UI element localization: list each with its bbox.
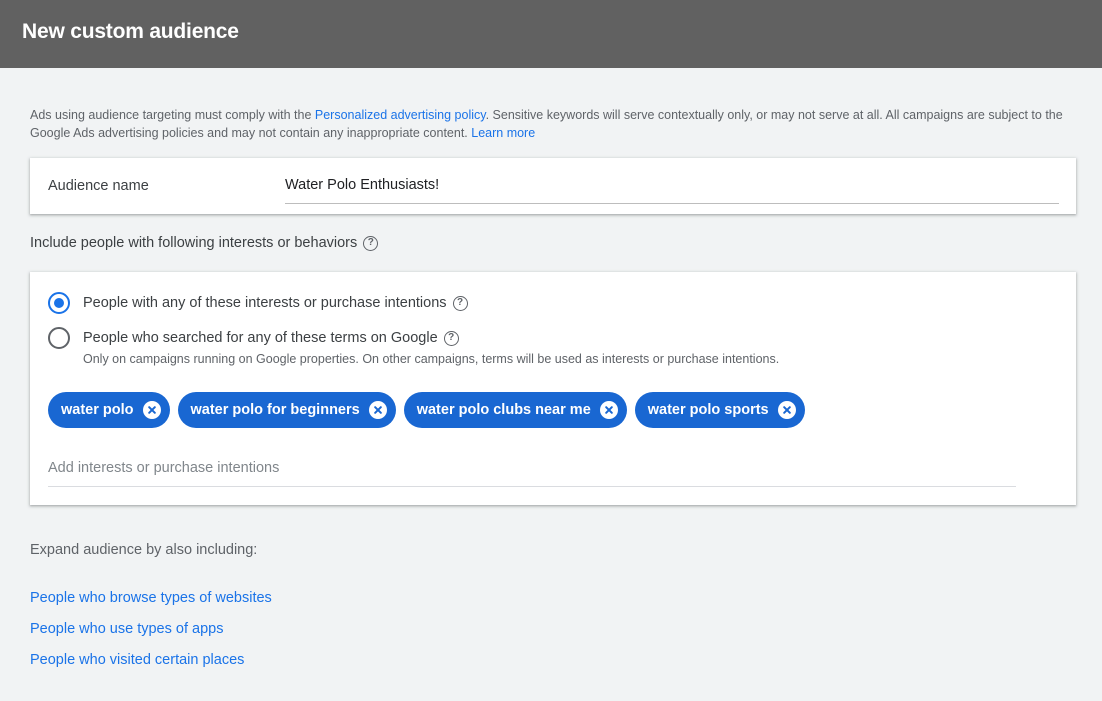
learn-more-link[interactable]: Learn more	[471, 126, 535, 140]
radio-interests-text: People with any of these interests or pu…	[83, 295, 447, 311]
use-apps-link[interactable]: People who use types of apps	[30, 621, 223, 637]
audience-name-input[interactable]: Water Polo Enthusiasts!	[285, 172, 1059, 204]
dialog-header: New custom audience	[0, 0, 1102, 68]
radio-interests-option[interactable]: People with any of these interests or pu…	[48, 292, 468, 314]
include-title-text: Include people with following interests …	[30, 235, 358, 251]
chip-label: water polo sports	[647, 402, 769, 418]
include-section-title: Include people with following interests …	[30, 235, 379, 251]
radio-search-terms-option[interactable]: People who searched for any of these ter…	[48, 327, 459, 349]
radio-button-unchecked[interactable]	[48, 327, 70, 349]
search-terms-note: Only on campaigns running on Google prop…	[83, 352, 780, 366]
close-circle-icon[interactable]	[777, 401, 796, 419]
audience-name-card: Audience name Water Polo Enthusiasts!	[30, 158, 1076, 214]
radio-button-checked[interactable]	[48, 292, 70, 314]
personalized-ads-policy-link[interactable]: Personalized advertising policy	[315, 108, 486, 122]
radio-search-terms-label: People who searched for any of these ter…	[83, 330, 459, 346]
audience-name-label: Audience name	[48, 178, 149, 194]
interest-chip[interactable]: water polo for beginners	[177, 392, 396, 428]
browse-websites-link[interactable]: People who browse types of websites	[30, 590, 272, 606]
close-circle-icon[interactable]	[368, 401, 387, 419]
chip-label: water polo clubs near me	[416, 402, 591, 418]
chip-label: water polo	[61, 402, 134, 418]
notice-text-1: Ads using audience targeting must comply…	[30, 108, 315, 122]
help-icon[interactable]: ?	[443, 330, 459, 346]
interest-chip[interactable]: water polo	[48, 392, 170, 428]
radio-search-terms-text: People who searched for any of these ter…	[83, 330, 438, 346]
help-icon[interactable]: ?	[363, 235, 379, 251]
interests-card: People with any of these interests or pu…	[30, 272, 1076, 505]
add-interests-input[interactable]: Add interests or purchase intentions	[48, 458, 1016, 487]
help-icon[interactable]: ?	[452, 295, 468, 311]
page-title: New custom audience	[22, 20, 239, 43]
expand-audience-title: Expand audience by also including:	[30, 542, 258, 558]
close-circle-icon[interactable]	[142, 401, 161, 419]
chip-label: water polo for beginners	[190, 402, 360, 418]
policy-notice: Ads using audience targeting must comply…	[30, 106, 1070, 142]
interest-chips: water polo water polo for beginners wate…	[48, 392, 813, 428]
visited-places-link[interactable]: People who visited certain places	[30, 652, 244, 668]
interest-chip[interactable]: water polo clubs near me	[403, 392, 627, 428]
interest-chip[interactable]: water polo sports	[634, 392, 805, 428]
close-circle-icon[interactable]	[599, 401, 618, 419]
radio-interests-label: People with any of these interests or pu…	[83, 295, 468, 311]
